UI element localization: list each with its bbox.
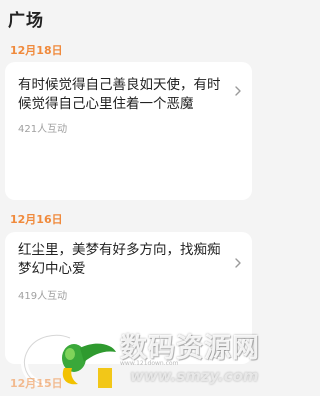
watermark-url: www.smzy.com <box>130 367 259 385</box>
post-card[interactable]: 有时候觉得自己善良如天使，有时候觉得自己心里住着一个恶魔 421人互动 <box>5 62 252 200</box>
page-title: 广场 <box>8 11 44 31</box>
interaction-count: 419人互动 <box>18 291 68 302</box>
interaction-count: 421人互动 <box>18 124 68 135</box>
section-date: 12月16日 <box>10 213 63 226</box>
watermark: 数码资源网 www.121down.com www.smzy.com 12月15… <box>0 326 259 396</box>
header: 广场 <box>0 0 257 38</box>
section-date-partial: 12月15日 <box>10 377 63 390</box>
section-date: 12月18日 <box>10 44 63 57</box>
post-text: 红尘里，美梦有好多方向，找痴痴梦幻中心爱 <box>18 242 221 277</box>
watermark-url-small: www.121down.com <box>120 360 179 367</box>
post-text: 有时候觉得自己善良如天使，有时候觉得自己心里住着一个恶魔 <box>18 77 221 112</box>
chevron-right-icon <box>235 258 241 268</box>
chevron-right-icon <box>235 86 241 96</box>
